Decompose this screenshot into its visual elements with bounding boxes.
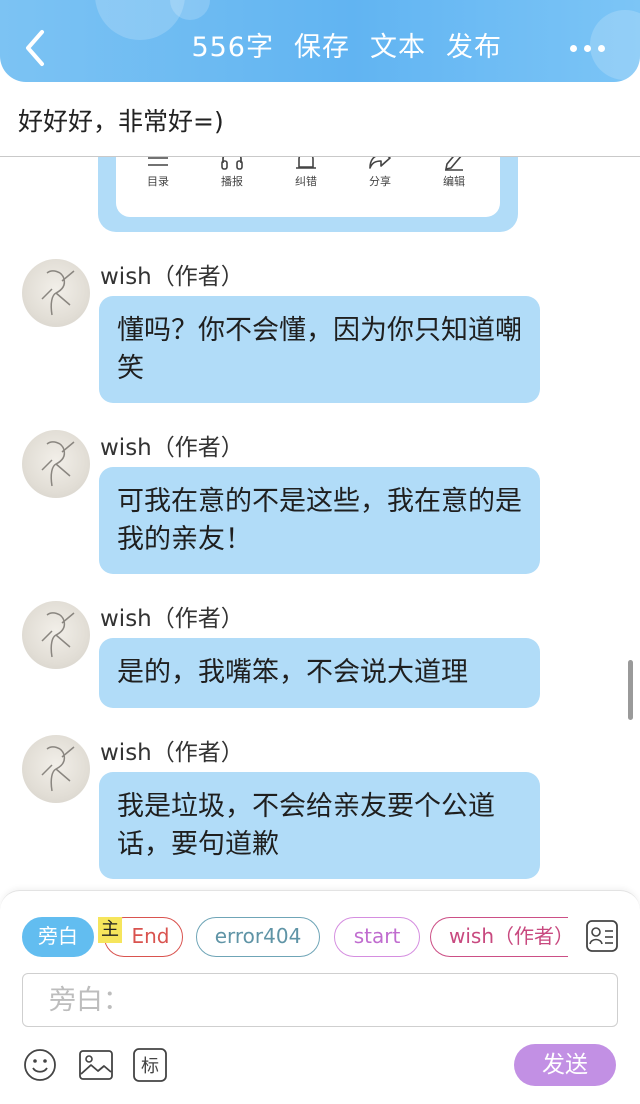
chat-area[interactable]: 目录 播报 纠错 分享 编辑 wish（作者） 懂吗？你不会懂，因为你只知道嘲笑…	[0, 157, 640, 890]
more-button[interactable]	[568, 30, 608, 66]
preview-card: 目录 播报 纠错 分享 编辑	[98, 157, 518, 232]
composer-panel: 旁白 End 主 error404 start wish（作者） 旁白： 标 发…	[0, 890, 640, 1104]
edit-button[interactable]: 编辑	[424, 157, 484, 189]
mark-label: 标	[141, 1056, 159, 1077]
message-input-box[interactable]	[22, 973, 618, 1027]
header-actions: 556字 保存 文本 发布	[191, 28, 502, 68]
share-icon	[369, 157, 391, 169]
author-name: wish（作者）	[100, 264, 244, 290]
role-manager-button[interactable]	[585, 919, 619, 953]
message-bubble[interactable]: 我是垃圾，不会给亲友要个公道话，要句道歉	[99, 772, 540, 879]
message-bubble[interactable]: 懂吗？你不会懂，因为你只知道嘲笑	[99, 296, 540, 403]
back-button[interactable]	[18, 24, 54, 72]
send-button[interactable]: 发送	[514, 1044, 616, 1086]
top-bar: 556字 保存 文本 发布	[0, 0, 640, 82]
avatar-sketch	[41, 270, 75, 316]
avatar[interactable]	[22, 601, 90, 669]
chapter-title-row[interactable]: 好好好，非常好=)	[0, 82, 640, 157]
chapter-title[interactable]: 好好好，非常好=)	[18, 102, 224, 138]
broadcast-label: 播报	[221, 175, 243, 188]
edit-label: 编辑	[443, 175, 465, 188]
emoji-icon	[24, 1049, 56, 1081]
contact-card-icon	[586, 920, 618, 952]
author-name: wish（作者）	[100, 435, 244, 461]
author-name: wish（作者）	[100, 740, 244, 766]
save-button[interactable]: 保存	[294, 28, 350, 68]
avatar-sketch	[41, 441, 75, 487]
headphones-icon	[221, 157, 243, 170]
text-button[interactable]: 文本	[370, 28, 426, 68]
avatar[interactable]	[22, 430, 90, 498]
role-chip-start[interactable]: start	[334, 917, 420, 957]
share-button[interactable]: 分享	[350, 157, 410, 189]
correction-label: 纠错	[295, 175, 317, 188]
role-chip-error404[interactable]: error404	[196, 917, 320, 957]
mark-icon: 标	[133, 1048, 167, 1082]
author-name: wish（作者）	[100, 606, 244, 632]
scrollbar[interactable]	[628, 660, 633, 720]
role-chip-wish[interactable]: wish（作者）	[430, 917, 568, 957]
emoji-button[interactable]	[22, 1047, 58, 1083]
image-button[interactable]	[78, 1047, 114, 1083]
edit-icon	[445, 157, 463, 171]
avatar-sketch	[41, 612, 75, 658]
mark-button[interactable]: 标	[132, 1047, 168, 1083]
message-bubble[interactable]: 可我在意的不是这些，我在意的是我的亲友！	[99, 467, 540, 574]
word-count: 556字	[191, 32, 274, 63]
avatar-sketch	[41, 746, 75, 792]
message-input[interactable]	[23, 974, 611, 1026]
toc-button[interactable]: 目录	[128, 157, 188, 189]
toc-label: 目录	[147, 175, 169, 188]
image-icon	[79, 1050, 113, 1080]
broadcast-button[interactable]: 播报	[202, 157, 262, 189]
publish-button[interactable]: 发布	[446, 28, 502, 68]
alarm-icon	[296, 157, 316, 169]
back-icon	[26, 30, 44, 66]
role-chip-aside[interactable]: 旁白	[22, 917, 94, 957]
card-toolbar: 目录 播报 纠错 分享 编辑	[116, 157, 500, 217]
share-label: 分享	[369, 175, 391, 188]
avatar[interactable]	[22, 735, 90, 803]
correction-button[interactable]: 纠错	[276, 157, 336, 189]
main-role-badge: 主	[98, 917, 122, 943]
message-bubble[interactable]: 是的，我嘴笨，不会说大道理	[99, 638, 540, 708]
avatar[interactable]	[22, 259, 90, 327]
toc-icon	[148, 157, 168, 166]
